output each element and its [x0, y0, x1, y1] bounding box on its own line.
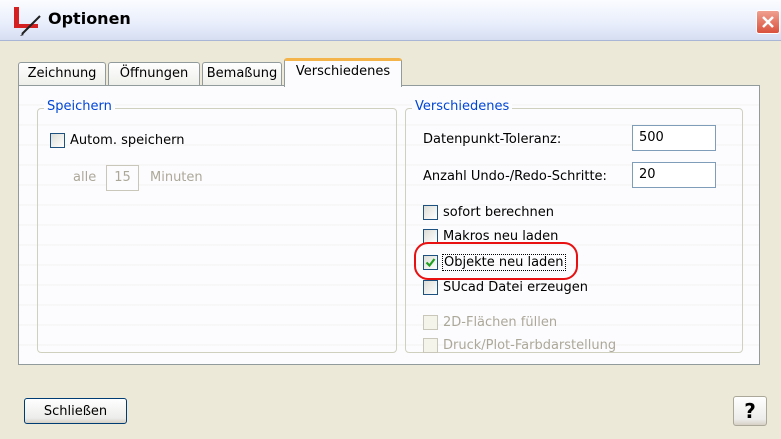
verschiedenes-group-title: Verschiedenes: [412, 99, 513, 114]
close-icon: [762, 16, 774, 28]
speichern-group-title: Speichern: [44, 99, 115, 114]
option-druck-plot-farbdarstellung: Druck/Plot-Farbdarstellung: [423, 338, 616, 353]
option-2d-flaechen-fuellen-box: [423, 315, 438, 330]
tab-oeffnungen[interactable]: Öffnungen: [108, 62, 200, 85]
tolerance-input[interactable]: 500: [632, 125, 716, 151]
interval-unit: Minuten: [150, 170, 203, 185]
title-bar: Optionen: [0, 0, 781, 41]
option-2d-flaechen-fuellen-label: 2D-Flächen füllen: [443, 315, 558, 330]
option-sucad-datei-erzeugen-label: SUcad Datei erzeugen: [443, 280, 588, 295]
autosave-checkbox[interactable]: Autom. speichern: [50, 133, 185, 148]
option-druck-plot-farbdarstellung-box: [423, 338, 438, 353]
interval-prefix: alle: [73, 170, 97, 185]
autosave-label: Autom. speichern: [70, 133, 185, 148]
autosave-box[interactable]: [50, 133, 65, 148]
app-logo-icon: [10, 4, 44, 36]
tab-verschiedenes[interactable]: Verschiedenes: [284, 58, 402, 87]
undo-label: Anzahl Undo-/Redo-Schritte:: [423, 169, 607, 184]
option-sofort-berechnen-box[interactable]: [423, 205, 438, 220]
option-sucad-datei-erzeugen[interactable]: SUcad Datei erzeugen: [423, 280, 588, 295]
window-title: Optionen: [48, 9, 131, 28]
close-button[interactable]: Schließen: [24, 398, 127, 424]
option-2d-flaechen-fuellen: 2D-Flächen füllen: [423, 315, 557, 330]
tolerance-label: Datenpunkt-Toleranz:: [423, 132, 562, 147]
undo-input[interactable]: 20: [632, 162, 716, 188]
option-sofort-berechnen-label: sofort berechnen: [443, 205, 555, 220]
option-druck-plot-farbdarstellung-label: Druck/Plot-Farbdarstellung: [443, 338, 617, 353]
tab-bemassung[interactable]: Bemaßung: [202, 62, 282, 85]
annotation-highlight-circle: [414, 242, 578, 280]
interval-input[interactable]: 15: [106, 165, 139, 191]
close-window-button[interactable]: [756, 10, 780, 34]
option-sucad-datei-erzeugen-box[interactable]: [423, 280, 438, 295]
help-button[interactable]: ?: [733, 396, 767, 426]
tab-zeichnung[interactable]: Zeichnung: [18, 62, 106, 85]
option-sofort-berechnen[interactable]: sofort berechnen: [423, 205, 554, 220]
